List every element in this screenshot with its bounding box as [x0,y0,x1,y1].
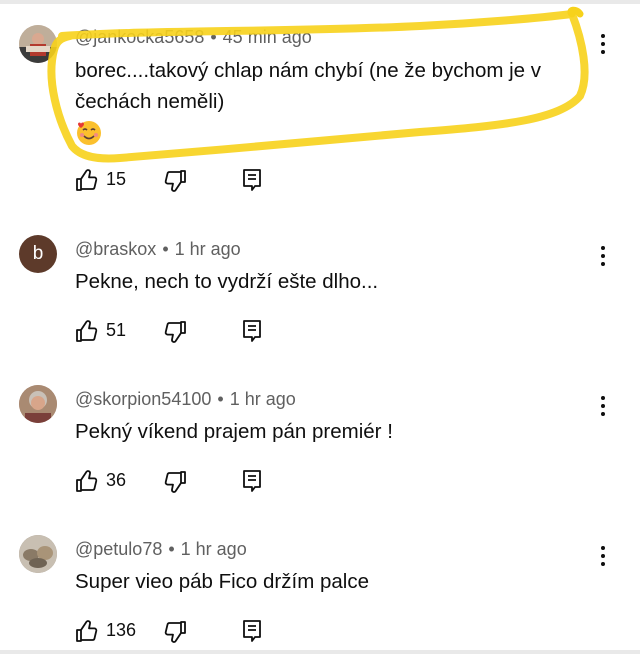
comment-text: Pekný víkend prajem pán premiér ! [75,420,393,443]
comment-actions: 136 [74,618,294,644]
comment-meta: @petulo78 • 1 hr ago [75,539,247,560]
comment-timestamp[interactable]: 1 hr ago [175,239,241,259]
author-handle[interactable]: @braskox [75,239,156,259]
smiling-face-with-hearts-icon [77,121,101,145]
like-icon[interactable] [74,167,100,193]
more-vert-icon[interactable] [593,244,613,268]
dislike-icon[interactable] [162,619,188,645]
comment-timestamp[interactable]: 1 hr ago [230,389,296,409]
like-count: 15 [106,169,127,189]
comment-actions: 36 [74,468,294,494]
comment-meta: @skorpion54100 • 1 hr ago [75,389,296,410]
like-icon[interactable] [74,618,100,644]
more-vert-icon[interactable] [593,394,613,418]
meta-separator: • [217,389,224,409]
dislike-icon[interactable] [162,168,188,194]
meta-separator: • [168,539,175,559]
reply-icon[interactable] [240,468,264,494]
meta-separator: • [210,27,217,47]
reply-icon[interactable] [240,318,264,344]
comment-text: Super vieo páb Fico držím palce [75,570,369,593]
comment-timestamp[interactable]: 45 min ago [223,27,312,47]
comment-item: @skorpion54100 • 1 hr ago Pekný víkend pra… [0,350,640,500]
avatar-letter: b [32,243,44,264]
like-count: 136 [106,620,137,640]
comment-item: @jankocka5658 • 45 min ago borec....takový… [0,0,640,200]
comment-meta: @jankocka5658 • 45 min ago [75,27,312,48]
comment-meta: @braskox • 1 hr ago [75,239,241,260]
avatar[interactable]: b [19,235,57,273]
avatar-image [19,25,57,63]
more-vert-icon[interactable] [593,32,613,56]
dislike-icon[interactable] [162,469,188,495]
comment-text: Pekne, nech to vydrží ešte dlho... [75,270,379,293]
avatar[interactable] [19,385,57,423]
comment-text: borec....takový chlap nám chybí (ne že b… [75,55,600,117]
like-icon[interactable] [74,318,100,344]
avatar[interactable] [19,25,57,63]
like-count: 36 [106,470,127,490]
author-handle[interactable]: @skorpion54100 [75,389,211,409]
reply-icon[interactable] [240,618,264,644]
reply-icon[interactable] [240,167,264,193]
avatar-image [19,385,57,423]
like-icon[interactable] [74,468,100,494]
bottom-edge [0,650,640,654]
comment-timestamp[interactable]: 1 hr ago [181,539,247,559]
meta-separator: • [162,239,169,259]
comment-text-line: borec....takový chlap nám chybí (ne že b… [75,59,542,82]
author-handle[interactable]: @petulo78 [75,539,162,559]
comment-text-line: čechách neměli) [75,90,225,113]
avatar-image [19,535,57,573]
comment-actions: 15 [74,167,294,193]
like-count: 51 [106,320,127,340]
more-vert-icon[interactable] [593,544,613,568]
dislike-icon[interactable] [162,319,188,345]
comment-item: @petulo78 • 1 hr ago Super vieo páb Fico d… [0,500,640,650]
author-handle[interactable]: @jankocka5658 [75,27,204,47]
avatar[interactable] [19,535,57,573]
comment-actions: 51 [74,318,294,344]
comment-item: b @braskox • 1 hr ago Pekne, nech to vydrž… [0,200,640,350]
